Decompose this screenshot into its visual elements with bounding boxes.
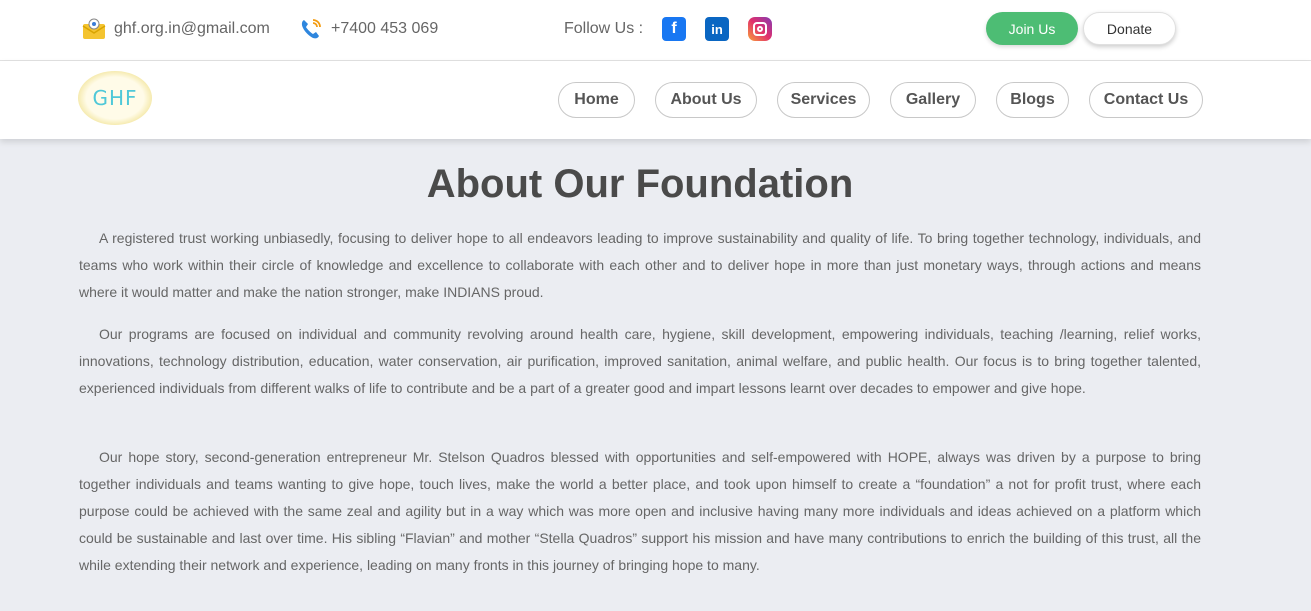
nav-item-contact-us[interactable]: Contact Us: [1089, 82, 1203, 118]
nav-item-services[interactable]: Services: [777, 82, 870, 118]
email-contact[interactable]: ghf.org.in@gmail.com: [82, 17, 270, 41]
nav-item-about-us[interactable]: About Us: [655, 82, 757, 118]
about-paragraph-3: Our hope story, second-generation entrep…: [79, 449, 1201, 573]
nav-item-home[interactable]: Home: [558, 82, 635, 118]
donate-button[interactable]: Donate: [1083, 12, 1176, 45]
page-title: About Our Foundation: [426, 162, 854, 206]
nav-item-gallery[interactable]: Gallery: [890, 82, 976, 118]
about-paragraph-2: Our programs are focused on individual a…: [79, 326, 1201, 396]
join-us-button[interactable]: Join Us: [986, 12, 1078, 45]
phone-contact[interactable]: +7400 453 069: [299, 17, 438, 41]
ghf-logo[interactable]: GHF: [78, 71, 152, 125]
facebook-icon[interactable]: f: [662, 17, 686, 41]
nav-item-blogs[interactable]: Blogs: [996, 82, 1069, 118]
top-bar: ghf.org.in@gmail.com +7400 453 069 Follo…: [0, 0, 1311, 61]
phone-icon: [299, 17, 323, 41]
about-paragraph-1: A registered trust working unbiasedly, f…: [79, 230, 1201, 300]
logo-text: GHF: [92, 86, 138, 110]
linkedin-icon[interactable]: in: [705, 17, 729, 41]
email-text: ghf.org.in@gmail.com: [114, 20, 270, 37]
phone-text: +7400 453 069: [331, 20, 439, 37]
follow-us-label: Follow Us :: [564, 20, 644, 37]
email-icon: [82, 17, 106, 41]
nav-bar: GHF Home About Us Services Gallery Blogs…: [0, 61, 1311, 139]
instagram-icon[interactable]: [748, 17, 772, 41]
